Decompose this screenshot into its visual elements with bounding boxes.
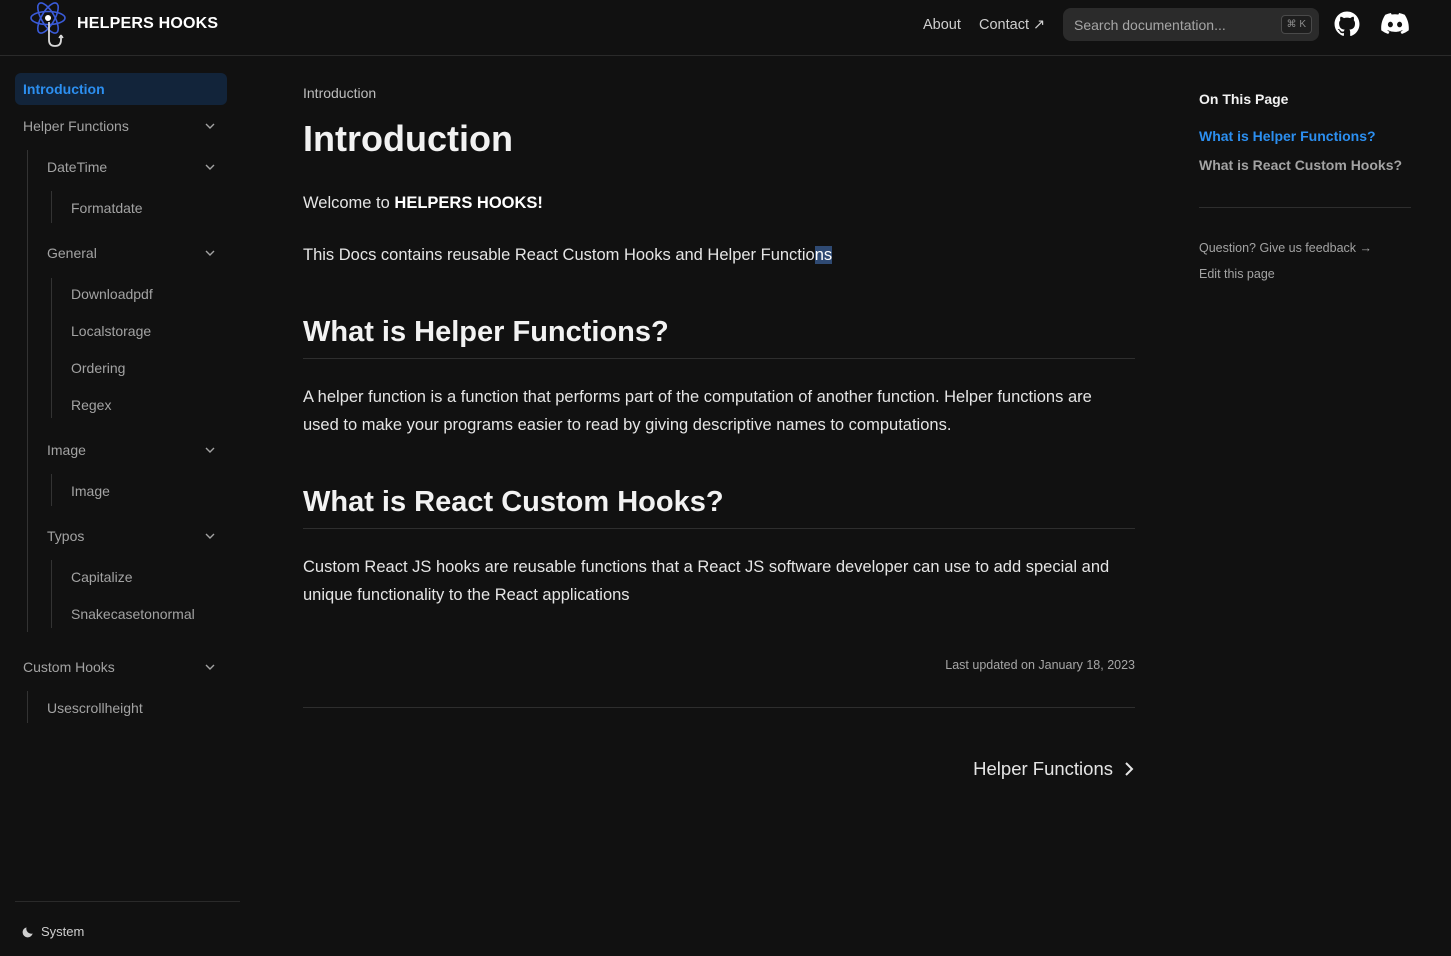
tree-guide-line [51,474,52,506]
search-shortcut-badge: ⌘ K [1280,15,1312,34]
tree-guide-line [27,150,28,632]
chevron-down-icon[interactable] [205,121,215,131]
heading-react-custom-hooks: What is React Custom Hooks? [303,486,724,518]
sidebar-item-introduction[interactable]: Introduction [15,73,227,105]
hooks-paragraph-line1: Custom React JS hooks are reusable funct… [303,558,1110,576]
tree-guide-line [51,560,52,628]
text-selection-highlight: ns [814,246,833,264]
sidebar-item-image[interactable]: Image [71,483,110,499]
sidebar-item-localstorage[interactable]: Localstorage [71,323,151,339]
moon-icon [22,927,33,938]
sidebar-item-usescrollheight[interactable]: Usescrollheight [47,700,143,716]
sidebar-item-typos[interactable]: Typos [47,528,84,544]
welcome-prefix: Welcome to [303,194,395,212]
sidebar-item-datetime[interactable]: DateTime [47,159,107,175]
welcome-paragraph: Welcome to HELPERS HOOKS! [303,189,543,217]
intro-text: This Docs contains reusable React Custom… [303,246,815,264]
heading-underline [303,358,1135,359]
sidebar-item-capitalize[interactable]: Capitalize [71,569,132,585]
breadcrumb: Introduction [303,85,377,101]
feedback-link[interactable]: Question? Give us feedback → [1199,241,1372,255]
top-navbar: HELPERS HOOKS About Contact ↗ ⌘ K [0,0,1451,56]
helper-paragraph-line1: A helper function is a function that per… [303,388,1092,406]
heading-underline [303,528,1135,529]
toc-divider [1199,207,1411,208]
next-page-label: Helper Functions [973,758,1113,779]
sidebar-item-snakecasetonormal[interactable]: Snakecasetonormal [71,606,195,622]
last-updated: Last updated on January 18, 2023 [945,658,1135,672]
chevron-down-icon[interactable] [205,248,215,258]
toc-title: On This Page [1199,91,1289,107]
theme-toggle[interactable]: System [22,924,84,939]
discord-icon[interactable] [1381,11,1409,37]
chevron-down-icon[interactable] [205,662,215,672]
heading-helper-functions: What is Helper Functions? [303,316,669,348]
welcome-brand: HELPERS HOOKS! [394,194,543,212]
intro-paragraph: This Docs contains reusable React Custom… [303,241,833,269]
chevron-down-icon[interactable] [205,162,215,172]
edit-page-link[interactable]: Edit this page [1199,267,1275,281]
github-icon[interactable] [1334,11,1360,37]
tree-guide-line [51,278,52,418]
helper-paragraph-line2: used to make your programs easier to rea… [303,416,952,434]
sidebar-item-custom-hooks[interactable]: Custom Hooks [23,659,115,675]
chevron-right-icon [1125,762,1134,776]
brand-name[interactable]: HELPERS HOOKS [77,15,218,33]
sidebar-divider [15,901,240,902]
next-page-link[interactable]: Helper Functions [973,758,1135,780]
chevron-down-icon[interactable] [205,531,215,541]
sidebar: Introduction Helper Functions DateTime F… [0,56,240,956]
toc-link-react-custom-hooks[interactable]: What is React Custom Hooks? [1199,157,1402,173]
nav-contact-link[interactable]: Contact ↗ [979,17,1045,33]
sidebar-item-formatdate[interactable]: Formatdate [71,200,143,216]
sidebar-item-ordering[interactable]: Ordering [71,360,125,376]
sidebar-item-helper-functions[interactable]: Helper Functions [23,118,129,134]
tree-guide-line [51,191,52,223]
nav-about-link[interactable]: About [923,17,961,33]
theme-label: System [41,924,85,939]
chevron-down-icon[interactable] [205,445,215,455]
tree-guide-line [27,691,28,723]
sidebar-item-image-group[interactable]: Image [47,442,86,458]
toc-link-helper-functions[interactable]: What is Helper Functions? [1199,128,1376,144]
page-title: Introduction [303,118,513,159]
atom-logo-icon[interactable] [30,0,70,50]
search-box[interactable]: ⌘ K [1063,8,1319,41]
sidebar-item-regex[interactable]: Regex [71,397,111,413]
search-input[interactable] [1074,14,1274,36]
sidebar-item-general[interactable]: General [47,245,97,261]
hooks-paragraph-line2: unique functionality to the React applic… [303,586,630,604]
footer-divider [303,707,1135,708]
sidebar-item-downloadpdf[interactable]: Downloadpdf [71,286,153,302]
